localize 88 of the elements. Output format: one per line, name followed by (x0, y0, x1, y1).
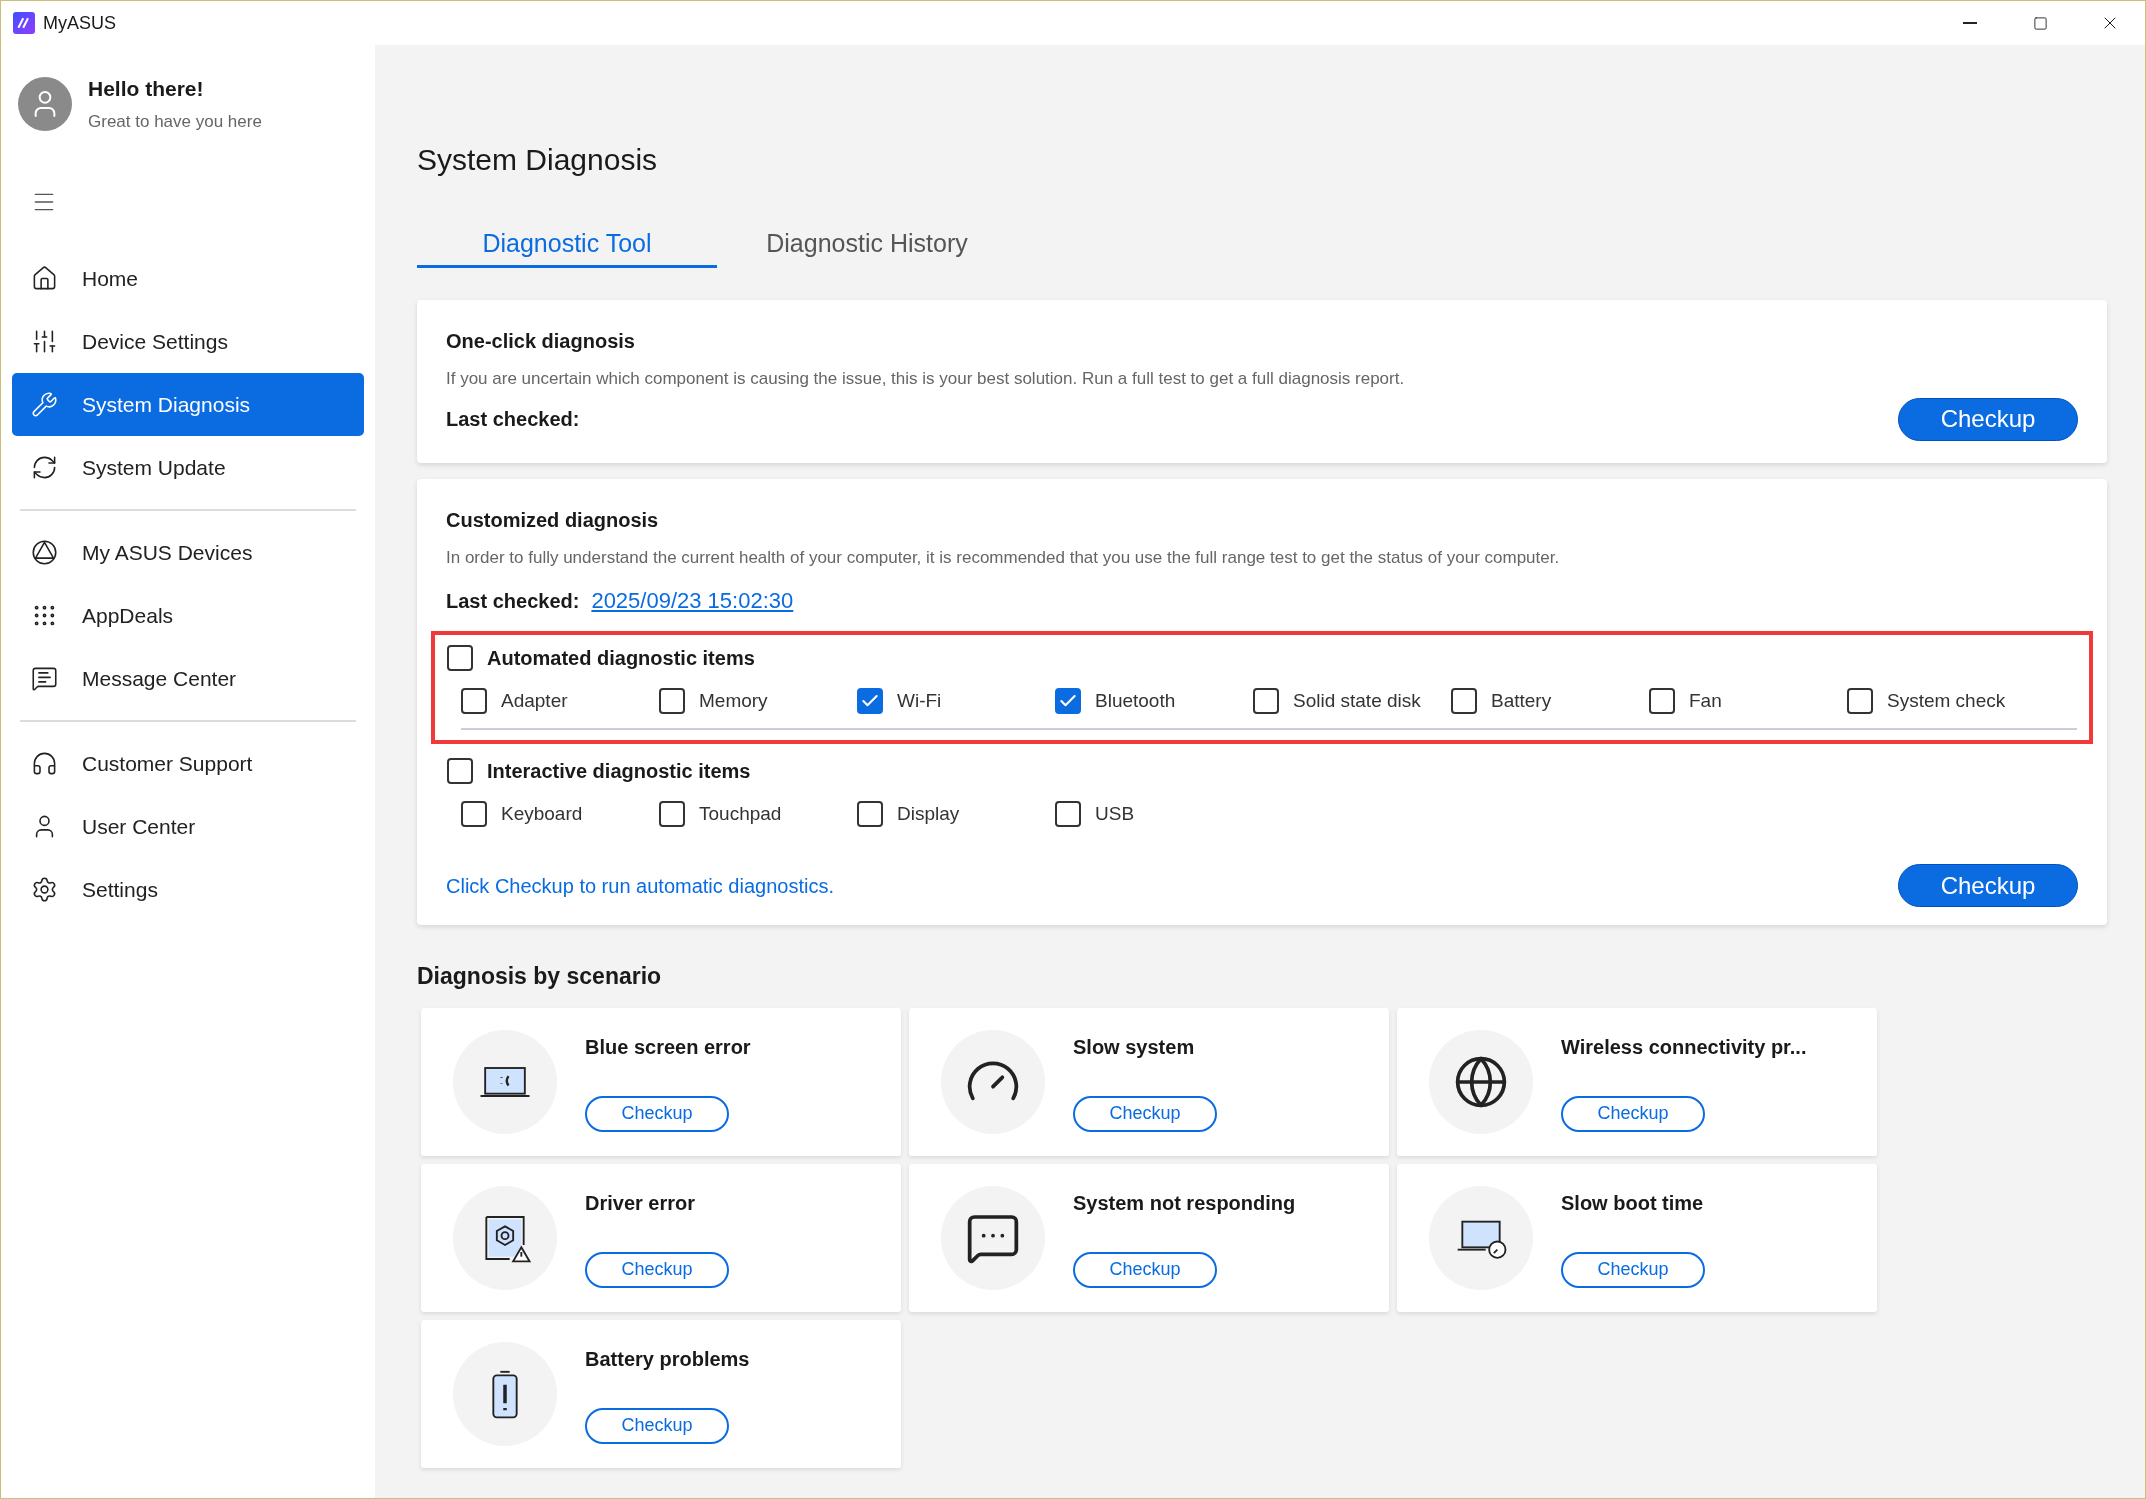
sidebar-item[interactable]: System Diagnosis (12, 373, 364, 436)
app-logo-icon (13, 12, 35, 34)
greeting-subtitle: Great to have you here (88, 110, 262, 133)
wrench-icon (31, 391, 58, 418)
checkbox-option[interactable]: USB (1055, 799, 1253, 828)
card-title: One-click diagnosis (446, 329, 636, 354)
checkbox[interactable] (1055, 688, 1081, 715)
checkup-button[interactable]: Checkup (1073, 1095, 1217, 1132)
checkbox-option[interactable]: Keyboard (461, 799, 659, 828)
sidebar-item[interactable]: System Update (12, 436, 364, 499)
scenario-title: Driver error (585, 1190, 697, 1216)
checkbox-option[interactable]: Wi-Fi (857, 687, 1055, 716)
section-title: Diagnosis by scenario (417, 962, 663, 991)
triangle-circle-icon (31, 539, 58, 566)
hint-link[interactable]: Click Checkup to run automatic diagnostics. (446, 870, 834, 901)
tab[interactable]: Diagnostic History (717, 222, 1017, 268)
greeting-text: Hello there! (88, 76, 205, 102)
group-checkbox-row[interactable]: Interactive diagnostic items (447, 755, 2077, 786)
checkbox[interactable] (447, 757, 473, 784)
checkbox[interactable] (447, 645, 473, 671)
settings-icon (31, 876, 58, 903)
scenario-card[interactable]: Driver error Checkup (421, 1163, 901, 1312)
checkup-button[interactable]: Checkup (1561, 1251, 1705, 1288)
checkbox-option[interactable]: Memory (659, 687, 857, 716)
checkup-button[interactable]: Checkup (1561, 1095, 1705, 1132)
refresh-icon (31, 454, 58, 481)
checkbox-option[interactable]: Display (857, 799, 1055, 828)
sidebar-item[interactable]: Home (12, 247, 364, 310)
page-title: System Diagnosis (417, 142, 659, 178)
checkbox[interactable] (857, 800, 883, 827)
checkup-button[interactable]: Checkup (585, 1251, 729, 1288)
checkbox[interactable] (659, 688, 685, 715)
last-checked-label: Last checked: (446, 588, 580, 614)
sidebar-item[interactable]: Customer Support (12, 732, 364, 795)
checkbox-option[interactable]: Battery (1451, 687, 1649, 716)
message-icon (31, 665, 58, 692)
checkbox[interactable] (1055, 800, 1081, 827)
checkbox[interactable] (659, 800, 685, 827)
card-description: If you are uncertain which component is causing the issue, this is your best solution. Run a full test to get a full diagnosis report. (446, 368, 1406, 390)
card-title: Customized diagnosis (446, 507, 660, 533)
checkbox[interactable] (1847, 688, 1873, 715)
scenario-title: Slow boot time (1561, 1190, 1705, 1216)
checkup-button[interactable]: Checkup (585, 1095, 729, 1132)
sliders-icon (31, 328, 58, 355)
checkup-button[interactable]: Checkup (585, 1407, 729, 1444)
checkup-button[interactable]: Checkup (1898, 864, 2078, 907)
checkbox[interactable] (1253, 688, 1279, 715)
scenario-title: Blue screen error (585, 1034, 751, 1060)
maximize-icon (2032, 15, 2048, 31)
scenario-card[interactable]: Slow boot time Checkup (1397, 1163, 1877, 1312)
sidebar-item[interactable]: User Center (12, 795, 364, 858)
group-checkbox-row[interactable]: Automated diagnostic items (447, 643, 2077, 673)
scenario-card[interactable]: Battery problems Checkup (421, 1319, 901, 1468)
checkup-button[interactable]: Checkup (1073, 1251, 1217, 1288)
scenario-title: Battery problems (585, 1346, 750, 1372)
sidebar-item[interactable]: My ASUS Devices (12, 521, 364, 584)
headset-icon (31, 750, 58, 777)
checkbox[interactable] (461, 800, 487, 827)
home-icon (31, 265, 58, 292)
checkup-button[interactable]: Checkup (1898, 397, 2078, 441)
last-checked-link[interactable]: 2025/09/23 15:02:30 (591, 584, 794, 617)
avatar-icon[interactable] (18, 76, 72, 131)
card-description: In order to fully understand the current health of your computer, it is recommended that you use the full range test to get the status of your computer. (446, 546, 1561, 569)
sidebar-item[interactable]: AppDeals (12, 584, 364, 647)
checkbox-option[interactable]: Bluetooth (1055, 687, 1253, 716)
scenario-card[interactable]: System not responding Checkup (909, 1163, 1389, 1312)
minimize-icon (1963, 22, 1977, 24)
checkbox-option[interactable]: System check (1847, 687, 2045, 716)
scenario-title: Wireless connectivity pr... (1561, 1034, 1807, 1060)
scenario-card[interactable]: Blue screen error Checkup (421, 1007, 901, 1156)
checkbox-option[interactable]: Solid state disk (1253, 687, 1451, 716)
checkbox-option[interactable]: Fan (1649, 687, 1847, 716)
checkbox[interactable] (1451, 688, 1477, 715)
checkbox[interactable] (857, 688, 883, 715)
checkbox-option[interactable]: Touchpad (659, 799, 857, 828)
checkbox[interactable] (1649, 688, 1675, 715)
sidebar-item[interactable]: Device Settings (12, 310, 364, 373)
sidebar-item[interactable]: Settings (12, 858, 364, 921)
scenario-card[interactable]: Slow system Checkup (909, 1007, 1389, 1156)
last-checked-label: Last checked: (446, 407, 580, 432)
checkbox-option[interactable]: Adapter (461, 687, 659, 716)
checkbox[interactable] (461, 688, 487, 715)
sidebar-item[interactable]: Message Center (12, 647, 364, 710)
window-title: MyASUS (43, 11, 116, 35)
scenario-card[interactable]: Wireless connectivity pr... Checkup (1397, 1007, 1877, 1156)
scenario-title: System not responding (1073, 1190, 1296, 1216)
scenario-title: Slow system (1073, 1034, 1196, 1060)
tab[interactable]: Diagnostic Tool (417, 222, 717, 268)
